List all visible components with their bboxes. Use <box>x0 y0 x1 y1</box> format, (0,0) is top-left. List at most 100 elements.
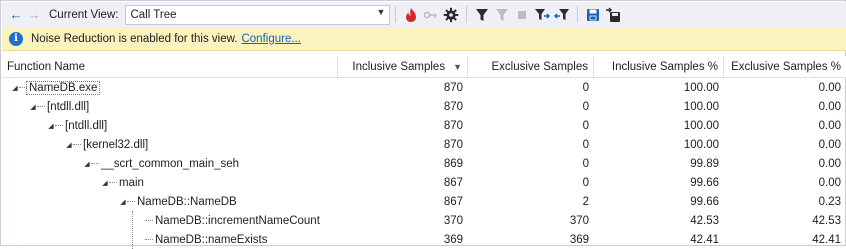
key-icon[interactable] <box>421 5 441 25</box>
call-tree-window: ← → Current View: Call Tree ▼ i Noise Re… <box>0 0 846 249</box>
info-icon: i <box>9 31 23 46</box>
stop-icon[interactable] <box>512 5 532 25</box>
function-name: NameDB::nameExists <box>155 233 268 246</box>
inclusive-pct-cell: 42.53 <box>690 214 719 227</box>
exclusive-pct-cell: 0.00 <box>818 119 841 132</box>
filter-caller-icon[interactable] <box>532 5 552 25</box>
exclusive-pct-cell: 0.00 <box>818 81 841 94</box>
exclusive-pct-cell: 42.41 <box>812 233 841 246</box>
configure-link[interactable]: Configure... <box>241 33 300 45</box>
flame-icon[interactable] <box>401 5 421 25</box>
function-name: __scrt_common_main_seh <box>101 157 240 170</box>
toolbar-separator <box>577 6 579 23</box>
function-name-cell: ◢ [kernel32.dll] <box>2 135 338 154</box>
exclusive-samples-cell: 2 <box>582 195 589 208</box>
function-name: NameDB::incrementNameCount <box>155 214 320 227</box>
column-header-label: Exclusive Samples <box>491 61 588 73</box>
clear-filter-icon[interactable] <box>492 5 512 25</box>
function-name: NameDB::NameDB <box>137 195 237 208</box>
chevron-down-icon: ▼ <box>376 6 386 17</box>
column-header-exclusive-samples[interactable]: Exclusive Samples <box>468 56 594 78</box>
inclusive-samples-cell: 867 <box>443 195 463 208</box>
tree-node: ◢ main <box>101 173 146 192</box>
table-row[interactable]: ◢ NameDB::NameDB 867 2 99.66 0.23 <box>2 192 846 211</box>
inclusive-samples-cell: 870 <box>443 119 463 132</box>
function-name-cell: ◢ NameDB::NameDB <box>2 192 338 211</box>
inclusive-samples-cell: 369 <box>443 233 463 246</box>
table-row[interactable]: NameDB::nameExists 369 369 42.41 42.41 <box>2 230 846 249</box>
table-row[interactable]: NameDB::incrementNameCount 370 370 42.53 42.… <box>2 211 846 230</box>
column-header-label: Inclusive Samples % <box>611 61 718 73</box>
save-icon[interactable] <box>583 5 603 25</box>
table-row[interactable]: ◢ [ntdll.dll] 870 0 100.00 0.00 <box>2 97 846 116</box>
tree-node: ◢ NameDB::NameDB <box>119 192 239 211</box>
column-header-label: Inclusive Samples <box>352 61 446 73</box>
inclusive-pct-cell: 100.00 <box>683 138 719 151</box>
inclusive-samples-cell: 870 <box>443 100 463 113</box>
arrow-right-icon[interactable]: → <box>26 5 42 25</box>
expanded-arrow-icon[interactable]: ◢ <box>29 97 37 116</box>
tree-connector <box>19 87 27 88</box>
arrow-left-icon[interactable]: ← <box>8 5 24 25</box>
tree-connector <box>145 239 153 240</box>
gear-icon[interactable] <box>441 5 461 25</box>
function-name-cell: ◢ [ntdll.dll] <box>2 116 338 135</box>
function-name: NameDB.exe <box>25 80 101 95</box>
table-body: ◢ NameDB.exe 870 0 100.00 0.00 ◢ [ntdll.dll] 870… <box>2 78 846 249</box>
tree-node: ◢ [ntdll.dll] <box>47 116 109 135</box>
exclusive-pct-cell: 0.00 <box>818 138 841 151</box>
inclusive-samples-cell: 870 <box>443 138 463 151</box>
table-row[interactable]: ◢ [ntdll.dll] 870 0 100.00 0.00 <box>2 116 846 135</box>
exclusive-samples-cell: 0 <box>582 100 589 113</box>
table-row[interactable]: ◢ [kernel32.dll] 870 0 100.00 0.00 <box>2 135 846 154</box>
tree-connector <box>91 163 99 164</box>
column-header-exclusive-samples-pct[interactable]: Exclusive Samples % <box>724 56 846 78</box>
function-name: [ntdll.dll] <box>65 119 108 132</box>
current-view-label: Current View: <box>49 8 119 21</box>
inclusive-samples-cell: 370 <box>443 214 463 227</box>
table-row[interactable]: ◢ main 867 0 99.66 0.00 <box>2 173 846 192</box>
call-tree-table: Function Name Inclusive Samples ▼ Exclusi… <box>2 56 846 249</box>
table-header: Function Name Inclusive Samples ▼ Exclusi… <box>2 56 846 78</box>
tree-connector <box>109 182 117 183</box>
column-header-inclusive-samples-pct[interactable]: Inclusive Samples % <box>594 56 724 78</box>
tree-connector <box>127 201 135 202</box>
exclusive-pct-cell: 0.00 <box>818 176 841 189</box>
filter-callee-icon[interactable] <box>552 5 572 25</box>
exclusive-samples-cell: 0 <box>582 119 589 132</box>
exclusive-samples-cell: 0 <box>582 176 589 189</box>
banner-text: Noise Reduction is enabled for this view… <box>31 32 238 45</box>
function-name-cell: ◢ NameDB.exe <box>2 78 338 97</box>
expanded-arrow-icon[interactable]: ◢ <box>11 78 19 97</box>
exclusive-samples-cell: 0 <box>582 157 589 170</box>
current-view-select[interactable]: Call Tree ▼ <box>125 4 391 25</box>
sort-descending-icon: ▼ <box>453 62 462 72</box>
exclusive-samples-cell: 0 <box>582 138 589 151</box>
expanded-arrow-icon[interactable]: ◢ <box>83 154 91 173</box>
exclusive-pct-cell: 0.00 <box>818 100 841 113</box>
function-name-cell: ◢ [ntdll.dll] <box>2 97 338 116</box>
expanded-arrow-icon[interactable]: ◢ <box>47 116 55 135</box>
column-header-inclusive-samples[interactable]: Inclusive Samples ▼ <box>338 56 468 78</box>
inclusive-pct-cell: 99.66 <box>690 176 719 189</box>
column-header-label: Function Name <box>7 61 85 73</box>
export-icon[interactable] <box>603 5 623 25</box>
expanded-arrow-icon[interactable]: ◢ <box>119 192 127 211</box>
function-name: main <box>119 176 144 189</box>
current-view-value: Call Tree <box>130 8 177 21</box>
expanded-arrow-icon[interactable]: ◢ <box>101 173 109 192</box>
inclusive-pct-cell: 42.41 <box>690 233 719 246</box>
tree-connector <box>37 106 45 107</box>
toolbar-separator <box>395 6 397 23</box>
inclusive-pct-cell: 100.00 <box>683 119 719 132</box>
inclusive-pct-cell: 99.89 <box>690 157 719 170</box>
noise-reduction-banner: i Noise Reduction is enabled for this vi… <box>2 27 846 51</box>
filter-icon[interactable] <box>472 5 492 25</box>
table-row[interactable]: ◢ __scrt_common_main_seh 869 0 99.89 0.00 <box>2 154 846 173</box>
inclusive-samples-cell: 867 <box>443 176 463 189</box>
column-header-label: Exclusive Samples % <box>731 61 841 73</box>
column-header-function-name[interactable]: Function Name <box>2 56 338 78</box>
exclusive-samples-cell: 369 <box>569 233 589 246</box>
table-row[interactable]: ◢ NameDB.exe 870 0 100.00 0.00 <box>2 78 846 97</box>
expanded-arrow-icon[interactable]: ◢ <box>65 135 73 154</box>
